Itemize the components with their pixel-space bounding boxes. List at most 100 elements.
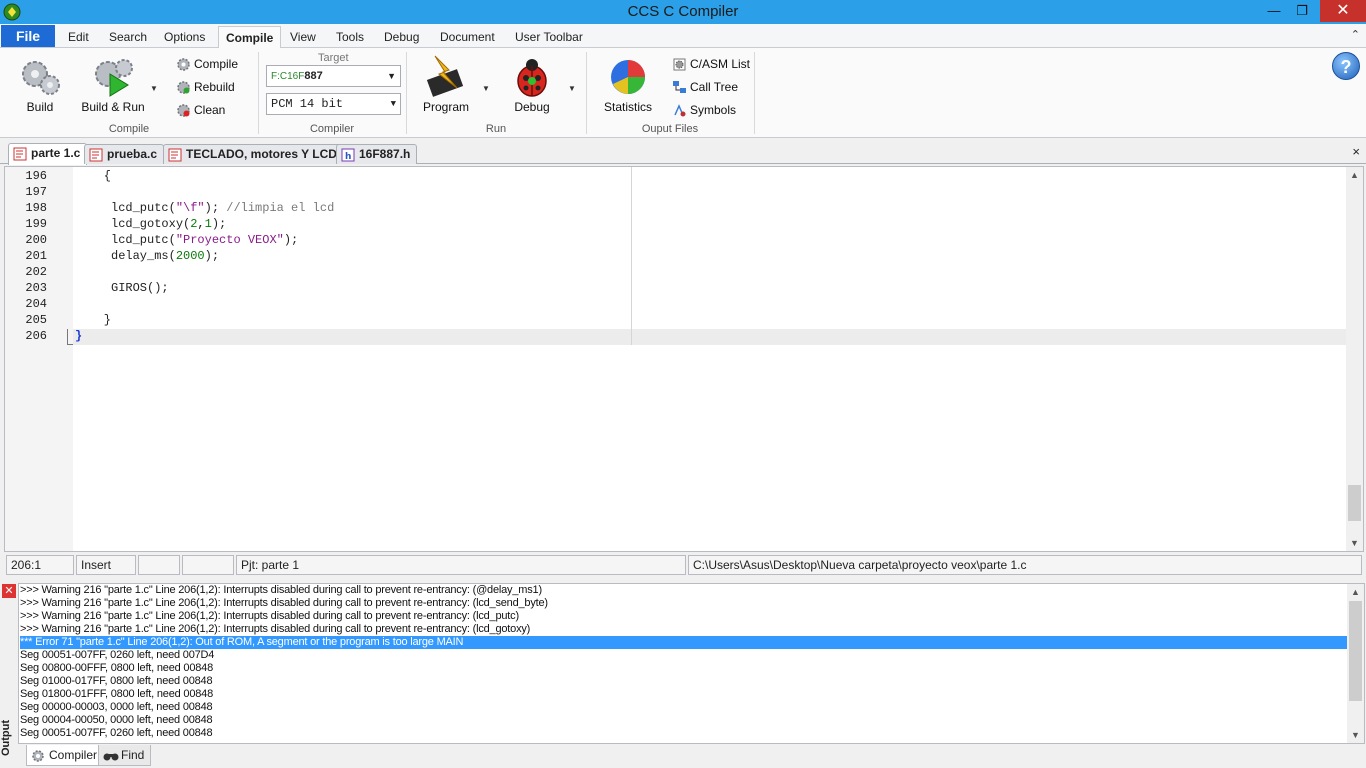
scroll-up-icon[interactable]: ▲ [1346,167,1363,183]
compile-button[interactable]: Compile [176,55,238,73]
code-line: { [75,169,112,183]
help-icon[interactable]: ? [1332,52,1360,80]
scroll-down-icon[interactable]: ▼ [1346,535,1363,551]
call-tree-button[interactable]: Call Tree [672,78,738,96]
scroll-down-icon[interactable]: ▼ [1347,727,1364,743]
code-editor[interactable]: 196 197 198 199 200 201 202 203 204 205 … [4,166,1364,552]
symbols-button[interactable]: Symbols [672,101,736,119]
rebuild-button[interactable]: Rebuild [176,78,235,96]
output-line[interactable]: >>> Warning 216 "parte 1.c" Line 206(1,2… [20,623,1348,636]
call-tree-label: Call Tree [690,80,739,94]
doc-tab-label: prueba.c [107,147,158,161]
code-number: 1 [204,217,212,231]
close-tab-icon[interactable]: × [1352,144,1360,159]
menu-tab-compile[interactable]: Compile [218,26,282,49]
code-line: } [75,313,112,327]
casm-list-label: C/ASM List [690,57,751,71]
ribbon-collapse-icon[interactable]: ⌃ [1351,28,1360,41]
status-cell-empty [182,555,234,575]
editor-vertical-scrollbar[interactable]: ▲ ▼ [1346,167,1363,551]
c-file-icon [13,147,27,161]
cursor-position: 206:1 [6,555,74,575]
build-run-icon [95,59,133,97]
menu-tab-debug[interactable]: Debug [384,30,419,44]
output-vertical-scrollbar[interactable]: ▲ ▼ [1347,584,1364,743]
target-prefix: F:C16F [271,71,305,82]
statistics-button[interactable]: Statistics [600,54,656,114]
doc-tab-16f887-h[interactable]: h 16F887.h [336,144,418,164]
code-token: ); [204,249,220,263]
clean-button[interactable]: Clean [176,101,225,119]
build-button[interactable]: Build [12,54,68,114]
casm-list-button[interactable]: C/ASM List [672,55,750,73]
output-panel-side: ✕ Output [0,582,18,768]
svg-text:h: h [345,152,351,162]
debug-dropdown-icon[interactable]: ▼ [568,84,576,93]
output-messages[interactable]: >>> Warning 216 "parte 1.c" Line 206(1,2… [18,583,1365,744]
compiler-mode-value: PCM 14 bit [271,97,344,111]
menu-tab-user-toolbar[interactable]: User Toolbar [515,30,583,44]
ladybug-icon [517,59,547,97]
menu-tab-search[interactable]: Search [109,30,147,44]
rebuild-label: Rebuild [194,80,235,94]
doc-tab-prueba[interactable]: prueba.c [84,144,165,164]
output-line[interactable]: Seg 00051-007FF, 0260 left, need 00848 [20,727,1348,740]
output-line-error[interactable]: *** Error 71 "parte 1.c" Line 206(1,2): … [20,636,1348,649]
maximize-button[interactable]: ❐ [1288,0,1316,22]
output-line[interactable]: Seg 01000-017FF, 0800 left, need 00848 [20,675,1348,688]
menu-tab-options[interactable]: Options [164,30,205,44]
program-label: Program [422,100,469,114]
chevron-down-icon: ▼ [387,71,396,81]
doc-tab-label: TECLADO, motores Y LCD.c [186,147,347,161]
code-token: ); [204,201,227,215]
doc-tab-teclado-motores-lcd[interactable]: TECLADO, motores Y LCD.c [163,144,354,164]
binoculars-icon [103,753,119,761]
menu-tab-tools[interactable]: Tools [336,30,364,44]
current-line-highlight [73,329,1347,345]
scroll-up-icon[interactable]: ▲ [1347,584,1364,600]
list-gear-icon [673,58,686,71]
code-line: } [75,329,83,343]
code-token: lcd_putc( [75,201,176,215]
clean-gear-icon [177,104,190,118]
output-tab-label: Find [121,748,145,762]
code-line: lcd_putc("\f"); //limpia el lcd [75,201,334,215]
output-line[interactable]: >>> Warning 216 "parte 1.c" Line 206(1,2… [20,597,1348,610]
build-label: Build [26,100,54,114]
close-button[interactable]: ✕ [1320,0,1366,22]
output-line[interactable]: Seg 00004-00050, 0000 left, need 00848 [20,714,1348,727]
build-run-dropdown-icon[interactable]: ▼ [150,84,158,93]
debug-button[interactable]: Debug [504,54,560,114]
build-run-label: Build & Run [81,100,145,114]
output-tab-find[interactable]: Find [98,745,152,766]
scroll-thumb[interactable] [1349,601,1362,701]
code-line: lcd_putc("Proyecto VEOX"); [75,233,298,247]
code-token: lcd_gotoxy( [75,217,191,231]
statistics-label: Statistics [603,100,652,114]
build-run-button[interactable]: Build & Run [80,54,146,114]
compiler-mode-select[interactable]: PCM 14 bit ▼ [266,93,401,115]
output-line[interactable]: Seg 01800-01FFF, 0800 left, need 00848 [20,688,1348,701]
ribbon-separator [586,52,587,134]
line-number: 201 [25,249,47,263]
minimize-button[interactable]: — [1260,0,1288,22]
ribbon-separator [406,52,407,134]
output-line[interactable]: >>> Warning 216 "parte 1.c" Line 206(1,2… [20,610,1348,623]
output-line[interactable]: Seg 00000-00003, 0000 left, need 00848 [20,701,1348,714]
menu-file[interactable]: File [1,25,55,47]
program-button[interactable]: Program [418,54,474,114]
output-tab-compiler[interactable]: Compiler [26,745,105,766]
close-output-icon[interactable]: ✕ [2,584,16,598]
output-line[interactable]: Seg 00800-00FFF, 0800 left, need 00848 [20,662,1348,675]
target-select[interactable]: F:C16F887 ▼ [266,65,401,87]
output-line[interactable]: Seg 00051-007FF, 0260 left, need 007D4 [20,649,1348,662]
scroll-thumb[interactable] [1348,485,1361,521]
menu-tab-document[interactable]: Document [440,30,495,44]
output-line[interactable]: >>> Warning 216 "parte 1.c" Line 206(1,2… [20,584,1348,597]
menu-tab-view[interactable]: View [290,30,316,44]
status-cell-empty [138,555,180,575]
menu-tab-edit[interactable]: Edit [68,30,89,44]
line-number: 206 [25,329,47,343]
program-dropdown-icon[interactable]: ▼ [482,84,490,93]
doc-tab-parte-1[interactable]: parte 1.c [8,143,88,165]
